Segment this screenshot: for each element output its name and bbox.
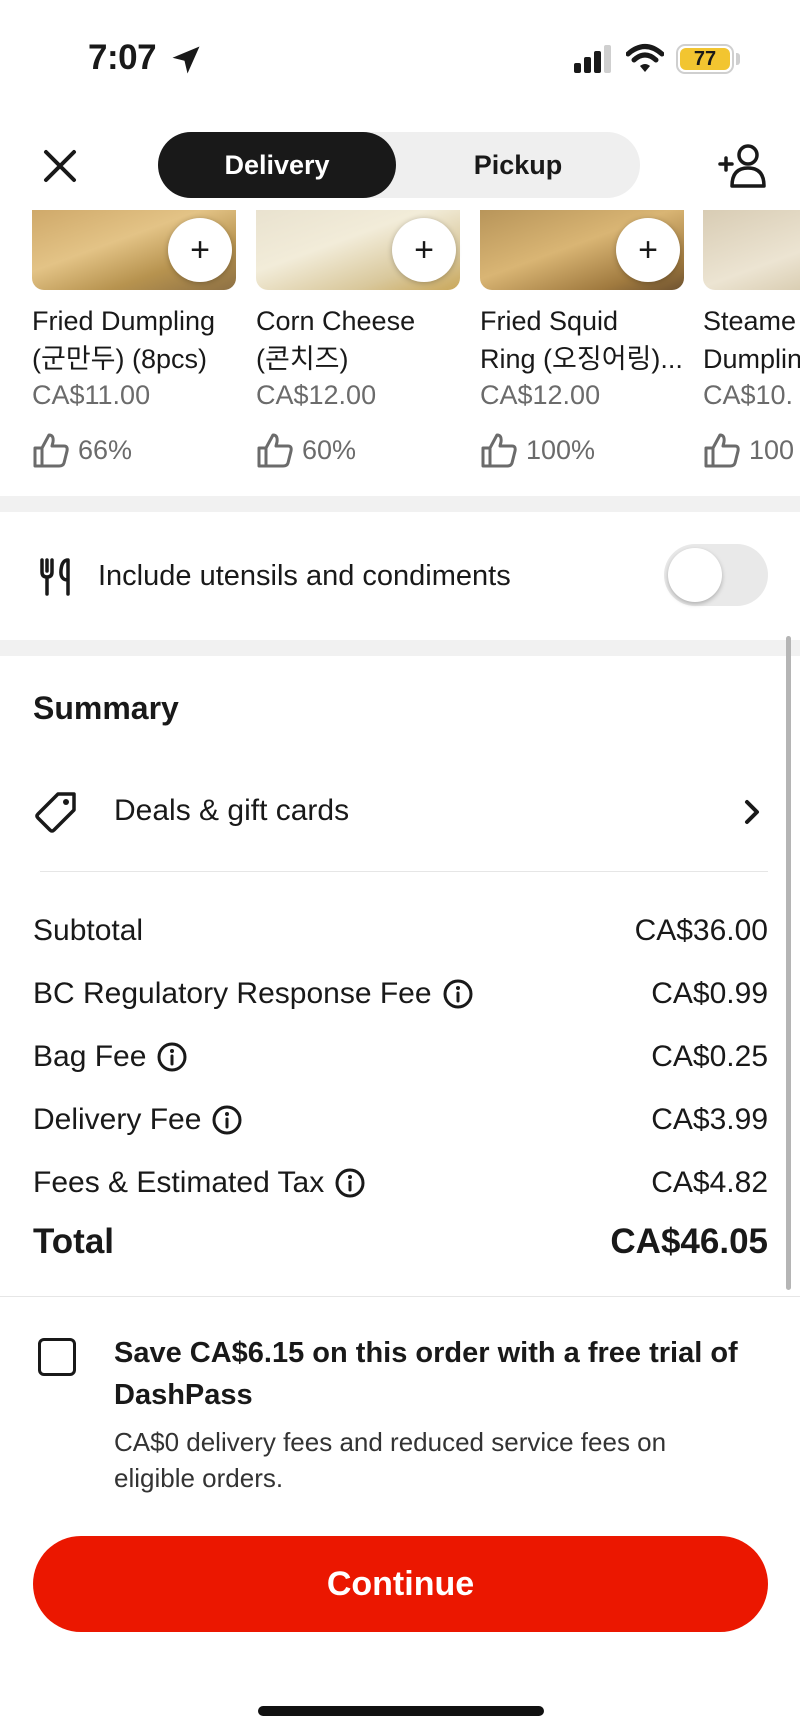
line-value: CA$0.25	[651, 1040, 768, 1073]
divider	[40, 871, 768, 872]
section-divider	[0, 640, 800, 656]
item-rating: 66%	[32, 432, 132, 468]
utensils-row: Include utensils and condiments	[0, 510, 800, 640]
item-name: Fried Dumpling (군만두) (8pcs)	[32, 306, 216, 374]
dashpass-title: Save CA$6.15 on this order with a free t…	[114, 1337, 738, 1411]
summary-line-bag-fee: Bag Fee CA$0.25	[33, 1040, 768, 1084]
item-rating: 100%	[480, 432, 595, 468]
divider	[0, 1296, 800, 1297]
line-value: CA$4.82	[651, 1166, 768, 1199]
battery-level: 77	[680, 48, 730, 70]
item-price: CA$12.00	[256, 380, 377, 410]
line-value: CA$36.00	[634, 914, 768, 947]
item-image	[703, 210, 800, 290]
thumbs-up-icon	[704, 433, 740, 468]
line-label: Delivery Fee	[33, 1103, 202, 1136]
scrollbar[interactable]	[786, 636, 791, 1290]
cellular-signal-icon	[574, 45, 611, 73]
item-name: Steame Dumplin	[703, 306, 800, 374]
toggle-knob	[668, 548, 722, 602]
info-icon[interactable]	[334, 1167, 366, 1199]
dashpass-checkbox[interactable]	[38, 1338, 76, 1376]
recommended-items-carousel: + Fried Dumpling (군만두) (8pcs) CA$11.00 6…	[0, 210, 800, 490]
home-indicator	[258, 1706, 544, 1716]
add-item-button[interactable]: +	[168, 218, 232, 282]
tab-pickup[interactable]: Pickup	[396, 132, 640, 198]
item-rating-value: 60%	[302, 434, 357, 465]
continue-button[interactable]: Continue	[33, 1536, 768, 1632]
deals-gift-cards-row[interactable]: Deals & gift cards	[0, 760, 800, 860]
summary-title: Summary	[33, 690, 179, 726]
tab-delivery[interactable]: Delivery	[158, 132, 396, 198]
add-item-button[interactable]: +	[392, 218, 456, 282]
status-time: 7:07	[88, 38, 157, 77]
fulfillment-toggle: Delivery Pickup	[158, 132, 640, 198]
tag-icon	[35, 792, 76, 833]
line-label: Subtotal	[33, 914, 144, 947]
item-name: Corn Cheese (콘치즈)	[256, 306, 416, 374]
utensils-toggle[interactable]	[664, 544, 768, 606]
header: Delivery Pickup	[0, 112, 800, 210]
item-price: CA$11.00	[32, 380, 151, 410]
line-label: Bag Fee	[33, 1040, 147, 1073]
thumbs-up-icon	[33, 433, 69, 468]
item-name: Fried Squid Ring (오징어링)...	[480, 306, 683, 374]
close-icon[interactable]	[38, 144, 82, 188]
summary-line-regulatory-fee: BC Regulatory Response Fee CA$0.99	[33, 977, 768, 1021]
utensils-icon	[40, 558, 70, 596]
add-item-button[interactable]: +	[616, 218, 680, 282]
line-value: CA$0.99	[651, 977, 768, 1010]
battery-icon: 77	[676, 44, 734, 74]
summary-line-fees-tax: Fees & Estimated Tax CA$4.82	[33, 1166, 768, 1210]
item-rating: 60%	[256, 432, 356, 468]
utensils-label: Include utensils and condiments	[98, 560, 511, 592]
thumbs-up-icon	[257, 433, 293, 468]
location-arrow-icon	[172, 46, 200, 74]
line-label: BC Regulatory Response Fee	[33, 977, 432, 1010]
total-label: Total	[33, 1222, 115, 1261]
total-value: CA$46.05	[610, 1222, 768, 1261]
deals-label: Deals & gift cards	[114, 794, 350, 827]
add-person-icon[interactable]	[718, 142, 768, 190]
info-icon[interactable]	[211, 1104, 243, 1136]
line-value: CA$3.99	[651, 1103, 768, 1136]
thumbs-up-icon	[481, 433, 517, 468]
item-rating-value: 100	[749, 434, 795, 465]
item-rating-value: 66%	[78, 434, 133, 465]
item-rating: 100	[703, 432, 794, 468]
dashpass-description: CA$0 delivery fees and reduced service f…	[114, 1427, 667, 1493]
item-price: CA$12.00	[480, 380, 601, 410]
info-icon[interactable]	[442, 978, 474, 1010]
line-label: Fees & Estimated Tax	[33, 1166, 325, 1199]
item-price: CA$10.	[703, 380, 794, 410]
status-bar: 7:07 77	[0, 0, 800, 110]
battery-nub	[736, 53, 740, 65]
info-icon[interactable]	[156, 1041, 188, 1073]
summary-total: Total CA$46.05	[33, 1222, 768, 1266]
item-rating-value: 100%	[526, 434, 596, 465]
summary-line-delivery-fee: Delivery Fee CA$3.99	[33, 1103, 768, 1147]
chevron-right-icon	[745, 800, 759, 824]
wifi-icon	[626, 44, 664, 72]
summary-line-subtotal: Subtotal CA$36.00	[33, 914, 768, 958]
